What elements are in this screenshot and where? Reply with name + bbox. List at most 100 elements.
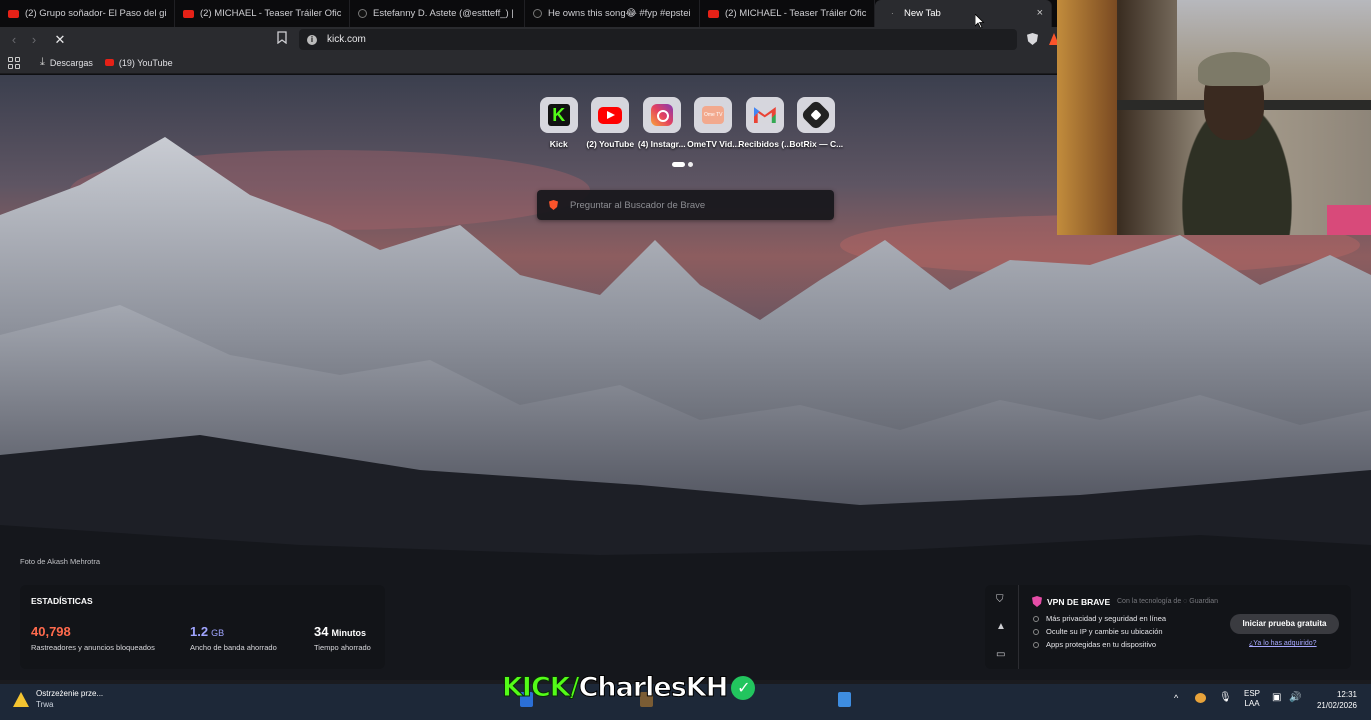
already-purchased-link[interactable]: ¿Ya lo has adquirido? [1249,640,1317,647]
vpn-title: VPN DE BRAVE [1047,597,1111,607]
close-tab-icon[interactable]: × [1037,7,1043,19]
kick-icon: K [547,104,570,126]
pager-dot-active[interactable] [672,162,685,167]
tab-new-tab[interactable]: · New Tab × [875,0,1052,27]
ometv-icon: Ome TV [702,106,725,124]
stat-desc: Ancho de banda ahorrado [190,643,277,652]
verified-check-icon: ✓ [731,676,756,700]
apps-grid-icon[interactable] [8,56,20,69]
stat-unit: Minutos [331,628,366,638]
stats-widget: ESTADÍSTICAS 40,798 Rastreadores y anunc… [20,585,385,669]
card-widget-icon[interactable]: ▭ [996,649,1005,660]
stat-value: 1.2 [190,624,209,639]
tab-he-owns-this-song[interactable]: He owns this song😂 #fyp #epstein [525,0,700,27]
tab-grupo-sonador[interactable]: (2) Grupo soñador- El Paso del gigan [0,0,175,27]
start-trial-button[interactable]: Iniciar prueba gratuita [1230,614,1339,634]
bookmark-descargas[interactable]: ⤓ Descargas [40,56,93,69]
photo-credit[interactable]: Foto de Akash Mehrotra [20,557,100,566]
notepad-icon[interactable] [838,692,851,707]
stat-value: 34 [314,624,329,639]
vpn-feature: Oculte su IP y cambie su ubicación [1033,627,1163,636]
volume-icon[interactable]: 🔊 [1289,692,1301,703]
address-bar[interactable]: i kick.com [299,29,1017,50]
bookmark-youtube[interactable]: (19) YouTube [104,58,173,68]
webcam-cap [1198,52,1270,86]
tray-chevron-icon[interactable]: ^ [1174,693,1178,703]
network-icon[interactable]: ▣ [1272,692,1281,703]
stat-time: 34 Minutos Tiempo ahorrado [314,623,371,652]
shield-widget-icon[interactable]: ⛉ [996,594,1004,605]
stat-desc: Rastreadores y anuncios bloqueados [31,643,155,652]
brave-shields-icon[interactable] [1027,33,1038,45]
back-icon[interactable]: ‹ [4,30,24,50]
stats-heading: ESTADÍSTICAS [31,596,93,606]
download-icon: ⤓ [40,56,45,68]
brave-lion-icon [549,200,558,210]
youtube-icon [8,9,19,18]
search-placeholder: Preguntar al Buscador de Brave [570,199,706,211]
vpn-feature: Apps protegidas en tu dispositivo [1033,640,1156,649]
language-indicator[interactable]: ESP LAA [1244,689,1260,709]
bookmark-icon[interactable] [277,31,291,47]
overlay-channel-name: CharlesKH [578,672,729,704]
check-icon [1033,615,1039,622]
youtube-icon [104,59,114,66]
vpn-feature-text: Apps protegidas en tu dispositivo [1046,640,1157,649]
bookmark-label: Descargas [49,57,93,68]
language-code: ESP [1244,689,1261,698]
tab-estefanny[interactable]: Estefanny D. Astete (@esttteff_) | Tik [350,0,525,27]
tile-icon-bg: Ome TV [694,97,733,133]
tab-michael-2[interactable]: (2) MICHAEL - Teaser Tráiler Oficial H [700,0,875,27]
widget-rail: ⛉ ▲ ▭ [985,585,1019,669]
top-site-label: (2) YouTube [586,139,635,149]
top-site-label: Kick [549,139,568,149]
gmail-icon [754,107,776,123]
top-site-ometv[interactable]: Ome TV OmeTV Vid... [687,97,740,149]
site-info-icon[interactable]: i [307,34,317,45]
stat-value: 40,798 [31,624,71,639]
tiktok-icon [533,9,542,18]
tray-app-icon[interactable] [1195,693,1206,703]
stat-bandwidth: 1.2 GB Ancho de banda ahorrado [190,623,277,652]
microphone-icon[interactable]: 🎙 [1219,692,1232,703]
tiktok-icon [358,9,367,18]
toolbar: ‹ › ✕ i kick.com [0,27,1059,52]
botrix-icon [800,99,832,131]
tab-michael-1[interactable]: (2) MICHAEL - Teaser Tráiler Oficial H [175,0,350,27]
clock[interactable]: 12:31 21/02/2026 [1313,689,1357,711]
top-sites: K Kick (2) YouTube (4) Instagr... Ome TV… [533,97,843,149]
vpn-widget-icon[interactable]: ▲ [996,621,1006,632]
top-site-label: OmeTV Vid... [687,139,740,149]
webcam-overlay [1057,0,1371,235]
top-site-botrix[interactable]: BotRix — C... [789,97,843,149]
pager-dot[interactable] [688,162,693,167]
screen: (2) Grupo soñador- El Paso del gigan (2)… [0,0,1371,720]
check-icon [1033,628,1039,635]
tile-icon-bg [591,97,630,133]
top-site-label: (4) Instagr... [637,139,686,149]
top-sites-pager [672,162,693,167]
notification-subtitle: Trwa [36,700,54,709]
top-site-kick[interactable]: K Kick [533,97,585,149]
warning-icon[interactable] [13,692,29,707]
tab-title: (2) MICHAEL - Teaser Tráiler Oficial H [200,8,341,19]
loading-icon: · [891,9,894,18]
stream-name-overlay: KICK/CharlesKH ✓ [502,672,756,704]
tile-icon-bg [745,97,784,133]
brave-search-box[interactable]: Preguntar al Buscador de Brave [537,190,834,220]
bookmarks-bar: ⤓ Descargas (19) YouTube [0,52,1057,74]
top-site-instagram[interactable]: (4) Instagr... [636,97,688,149]
taskbar-notification[interactable]: Ostrzeżenie prze... Trwa [36,688,103,710]
tile-icon-bg [797,97,836,133]
youtube-icon [708,9,719,18]
stop-loading-icon[interactable]: ✕ [50,30,70,50]
tab-title: (2) Grupo soñador- El Paso del gigan [25,8,166,19]
top-site-label: Recibidos (... [738,139,792,149]
forward-icon[interactable]: › [24,30,44,50]
language-layout: LAA [1244,699,1260,708]
overlay-kick-text: KICK/ [502,672,581,704]
top-site-gmail[interactable]: Recibidos (... [738,97,792,149]
top-site-youtube[interactable]: (2) YouTube [585,97,637,149]
url-text[interactable]: kick.com [327,34,366,45]
webcam-curtain [1057,0,1117,235]
